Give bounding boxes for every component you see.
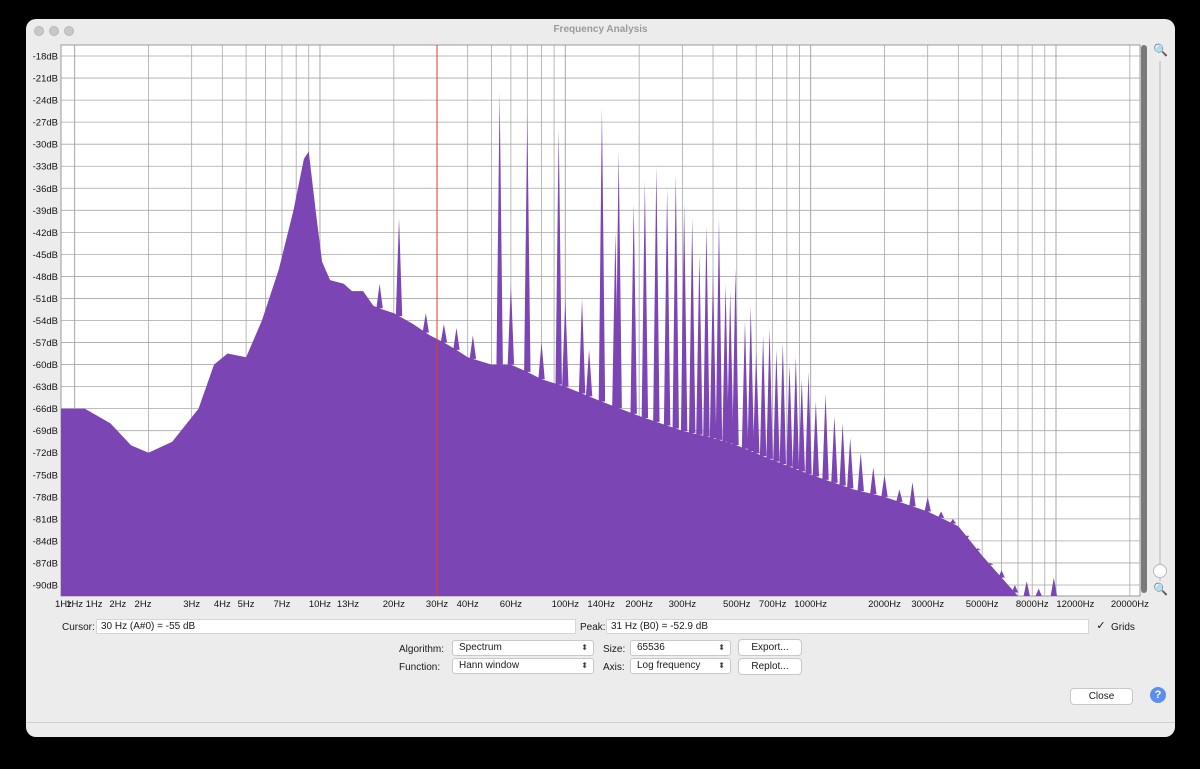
y-tick-label: -66dB <box>33 404 58 415</box>
y-tick-label: -45dB <box>33 250 58 261</box>
x-tick-label: 12000Hz <box>1056 599 1094 610</box>
zoom-in-icon[interactable]: 🔍 <box>1153 43 1168 57</box>
y-tick-label: -33dB <box>33 162 58 173</box>
axis-label: Axis: <box>603 662 625 673</box>
x-tick-label: 2000Hz <box>868 599 901 610</box>
algorithm-select[interactable]: Spectrum ⬍ <box>452 640 594 656</box>
x-tick-label: 3000Hz <box>911 599 944 610</box>
y-tick-label: -84dB <box>33 536 58 547</box>
algorithm-label: Algorithm: <box>399 644 445 655</box>
size-value: 65536 <box>637 642 665 653</box>
replot-button[interactable]: Replot... <box>738 658 802 675</box>
vertical-scrollbar[interactable] <box>1141 45 1147 593</box>
y-tick-label: -60dB <box>33 360 58 371</box>
help-icon[interactable]: ? <box>1150 687 1166 703</box>
cursor-readout: 30 Hz (A#0) = -55 dB <box>96 619 576 634</box>
spectrum-plot[interactable]: -18dB -21dB -24dB -27dB -30dB -33dB -36dB -39dB… <box>26 19 1175 619</box>
x-tick-label: 1000Hz <box>794 599 827 610</box>
chevron-updown-icon: ⬍ <box>718 643 725 652</box>
y-tick-label: -51dB <box>33 294 58 305</box>
y-tick-label: -87dB <box>33 558 58 569</box>
x-tick-label: 30Hz <box>426 599 448 610</box>
x-tick-label: 2Hz <box>109 599 126 610</box>
x-tick-label: 40Hz <box>457 599 479 610</box>
y-tick-label: -54dB <box>33 316 58 327</box>
size-label: Size: <box>603 644 626 655</box>
x-tick-label: 3Hz <box>183 599 200 610</box>
y-tick-label: -24dB <box>33 96 58 107</box>
chevron-updown-icon: ⬍ <box>581 643 588 652</box>
y-tick-label: -21dB <box>33 74 58 85</box>
peak-readout: 31 Hz (B0) = -52.9 dB <box>606 619 1089 634</box>
y-tick-label: -75dB <box>33 470 58 481</box>
x-tick-label: 700Hz <box>759 599 787 610</box>
y-tick-label: -42dB <box>33 228 58 239</box>
divider <box>26 722 1175 723</box>
x-tick-label: 10Hz <box>309 599 331 610</box>
function-value: Hann window <box>459 660 520 671</box>
x-tick-label: 20000Hz <box>1111 599 1149 610</box>
chevron-updown-icon: ⬍ <box>718 661 725 670</box>
algorithm-value: Spectrum <box>459 642 502 653</box>
chevron-updown-icon: ⬍ <box>581 661 588 670</box>
y-tick-label: -27dB <box>33 118 58 129</box>
x-tick-label: 4Hz <box>214 599 231 610</box>
x-tick-label: 7Hz <box>274 599 291 610</box>
y-tick-label: -48dB <box>33 272 58 283</box>
x-tick-label: 300Hz <box>669 599 697 610</box>
x-tick-label: 20Hz <box>383 599 405 610</box>
frequency-analysis-window: Frequency Analysis -18dB -21dB -24dB -27dB -… <box>26 19 1175 737</box>
size-select[interactable]: 65536 ⬍ <box>630 640 731 656</box>
y-tick-label: -69dB <box>33 426 58 437</box>
x-tick-label: 1Hz <box>86 599 103 610</box>
zoom-slider-track <box>1159 61 1161 581</box>
y-tick-label: -30dB <box>33 140 58 151</box>
y-tick-label: -81dB <box>33 514 58 525</box>
peak-label: Peak: <box>580 622 606 633</box>
x-tick-label: 100Hz <box>552 599 580 610</box>
x-tick-label: 200Hz <box>625 599 653 610</box>
y-tick-label: -72dB <box>33 448 58 459</box>
grids-label: Grids <box>1111 622 1135 633</box>
y-tick-label: -57dB <box>33 338 58 349</box>
zoom-slider-knob[interactable] <box>1153 564 1167 578</box>
y-tick-label: -18dB <box>33 52 58 63</box>
export-button[interactable]: Export... <box>738 639 802 656</box>
axis-value: Log frequency <box>637 660 701 671</box>
x-tick-label: 13Hz <box>337 599 359 610</box>
x-tick-label: 60Hz <box>500 599 522 610</box>
x-tick-label: 1Hz <box>66 599 83 610</box>
x-tick-label: 5Hz <box>238 599 255 610</box>
y-tick-label: -78dB <box>33 492 58 503</box>
zoom-out-icon[interactable]: 🔍 <box>1153 582 1168 596</box>
y-tick-label: -90dB <box>33 580 58 591</box>
y-tick-label: -63dB <box>33 382 58 393</box>
axis-select[interactable]: Log frequency ⬍ <box>630 658 731 674</box>
y-tick-label: -36dB <box>33 184 58 195</box>
grids-checkbox[interactable]: ✓ <box>1095 620 1107 632</box>
x-tick-label: 2Hz <box>135 599 152 610</box>
x-tick-label: 5000Hz <box>966 599 999 610</box>
x-tick-label: 500Hz <box>723 599 751 610</box>
cursor-label: Cursor: <box>62 622 95 633</box>
function-label: Function: <box>399 662 441 673</box>
function-select[interactable]: Hann window ⬍ <box>452 658 594 674</box>
y-tick-label: -39dB <box>33 206 58 217</box>
close-button[interactable]: Close <box>1070 688 1133 705</box>
x-tick-label: 8000Hz <box>1016 599 1049 610</box>
x-tick-label: 140Hz <box>587 599 615 610</box>
